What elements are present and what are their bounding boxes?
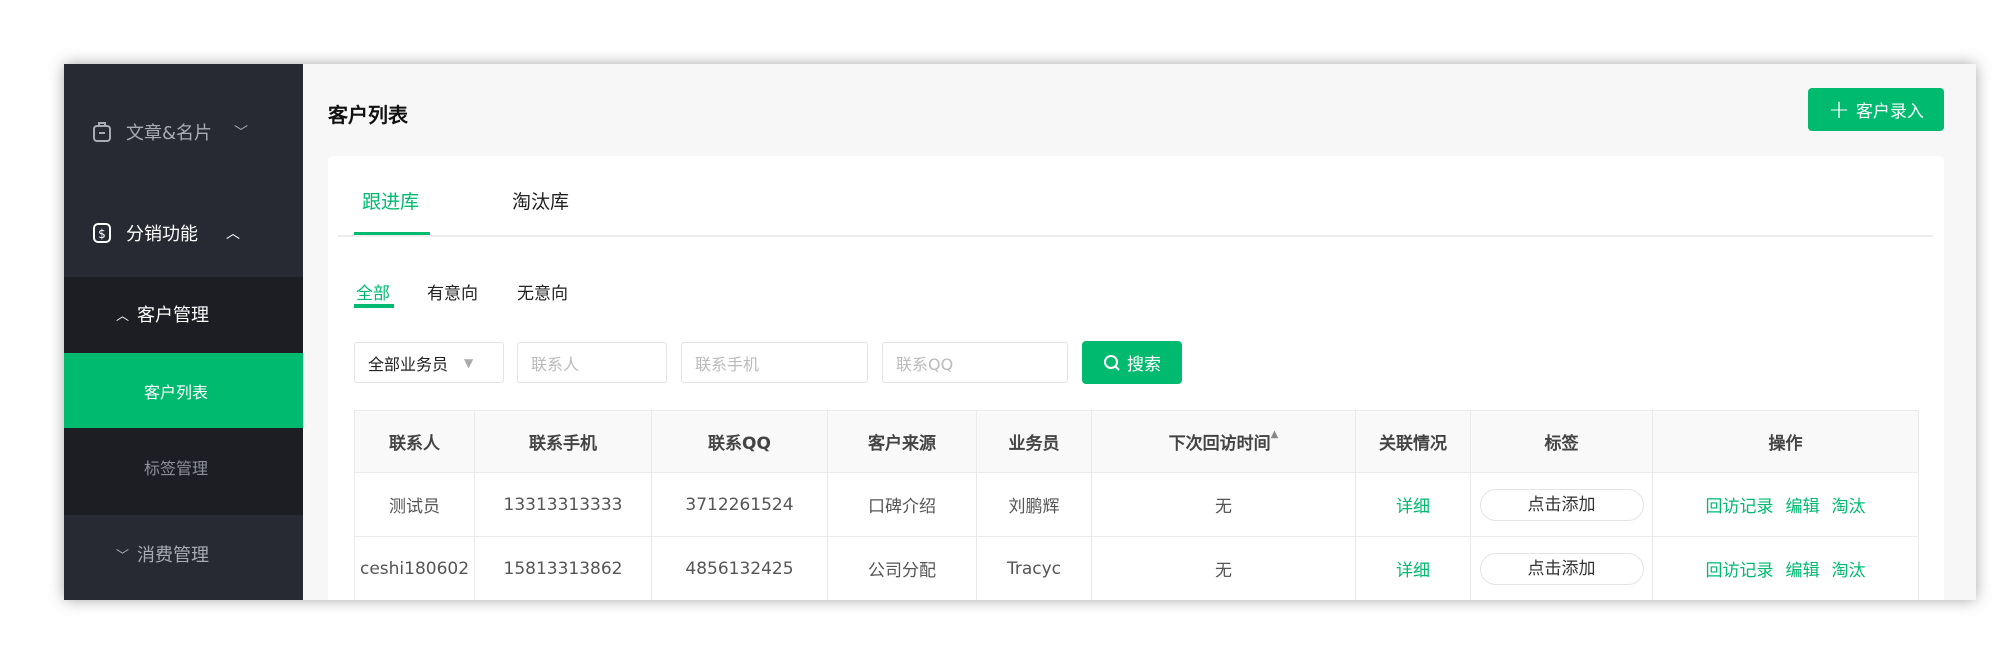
sidebar-item-customer-mgmt[interactable]: ︿ 客户管理: [64, 294, 303, 334]
chevron-up-icon: ︿: [116, 308, 130, 324]
detail-link[interactable]: 详细: [1396, 561, 1430, 581]
cell-qq: 4856132425: [651, 536, 828, 600]
sidebar-item-distribution[interactable]: $ 分销功能 ︿: [64, 213, 303, 253]
col-sales: 业务员: [976, 410, 1092, 473]
briefcase-icon: [93, 122, 111, 142]
main-content: 客户列表 + 客户录入 跟进库 淘汰库 全部 有意向 无意向 全部业务员 ▼ 联…: [303, 64, 1976, 600]
eliminate-link[interactable]: 淘汰: [1832, 561, 1866, 581]
sidebar-item-label: 分销功能: [126, 224, 198, 245]
sidebar-item-label: 客户列表: [144, 382, 209, 402]
col-tag: 标签: [1470, 410, 1653, 473]
cell-sales: Tracyc: [976, 536, 1092, 600]
page-title: 客户列表: [328, 103, 408, 127]
search-icon: [1104, 354, 1120, 371]
visit-record-link[interactable]: 回访记录: [1706, 561, 1774, 581]
search-button[interactable]: 搜索: [1082, 341, 1182, 384]
col-next-visit[interactable]: 下次回访时间▲: [1091, 410, 1356, 473]
detail-link[interactable]: 详细: [1396, 497, 1430, 517]
col-ops: 操作: [1652, 410, 1919, 473]
sidebar-item-customer-list[interactable]: 客户列表: [64, 353, 303, 428]
sort-icon[interactable]: ▲: [1271, 429, 1279, 440]
col-relation: 关联情况: [1355, 410, 1471, 473]
visit-record-link[interactable]: 回访记录: [1706, 497, 1774, 517]
sidebar-item-articles[interactable]: 文章&名片 ﹀: [64, 112, 303, 152]
eliminate-link[interactable]: 淘汰: [1832, 497, 1866, 517]
tab-eliminated[interactable]: 淘汰库: [512, 187, 569, 214]
cell-next-visit: 无: [1091, 472, 1356, 537]
col-contact: 联系人: [354, 410, 475, 473]
table-row: ceshi180602 15813313862 4856132425 公司分配 …: [354, 536, 1919, 600]
sidebar-item-label: 客户管理: [137, 305, 210, 326]
chevron-down-icon: ﹀: [116, 548, 130, 564]
col-source: 客户来源: [827, 410, 977, 473]
subtab-not-interested[interactable]: 无意向: [517, 279, 568, 304]
tab-divider: [338, 235, 1933, 237]
sidebar: 文章&名片 ﹀ $ 分销功能 ︿ ︿ 客户管理 客户列表 标签管理 ﹀ 消费管理: [64, 64, 303, 600]
table-header: 联系人 联系手机 联系QQ 客户来源 业务员 下次回访时间▲ 关联情况 标签 操…: [354, 410, 1919, 473]
subtab-interested[interactable]: 有意向: [427, 279, 478, 304]
chevron-down-icon: ﹀: [234, 125, 249, 141]
app-window: 文章&名片 ﹀ $ 分销功能 ︿ ︿ 客户管理 客户列表 标签管理 ﹀ 消费管理…: [64, 64, 1976, 600]
add-tag-button[interactable]: 点击添加: [1479, 552, 1644, 585]
col-phone: 联系手机: [474, 410, 652, 473]
cell-qq: 3712261524: [651, 472, 828, 537]
cell-phone: 15813313862: [474, 536, 652, 600]
col-next-visit-label: 下次回访时间: [1168, 434, 1271, 454]
subtab-all[interactable]: 全部: [356, 279, 390, 304]
add-customer-button[interactable]: + 客户录入: [1808, 88, 1944, 131]
table-row: 测试员 13313313333 3712261524 口碑介绍 刘鹏辉 无 详细…: [354, 472, 1919, 537]
salesperson-select[interactable]: 全部业务员 ▼: [354, 342, 504, 383]
cell-contact: ceshi180602: [354, 536, 475, 600]
cell-next-visit: 无: [1091, 536, 1356, 600]
cell-sales: 刘鹏辉: [976, 472, 1092, 537]
chevron-up-icon: ︿: [226, 226, 240, 242]
cell-source: 公司分配: [827, 536, 977, 600]
cell-source: 口碑介绍: [827, 472, 977, 537]
search-label: 搜索: [1127, 355, 1161, 375]
phone-placeholder: 联系手机: [695, 354, 760, 374]
contact-input[interactable]: 联系人: [517, 342, 667, 383]
tab-follow-up[interactable]: 跟进库: [362, 187, 419, 214]
sidebar-item-consumption[interactable]: ﹀ 消费管理: [64, 534, 303, 574]
col-qq: 联系QQ: [651, 410, 828, 473]
cell-contact: 测试员: [354, 472, 475, 537]
salesperson-select-value: 全部业务员: [368, 354, 449, 374]
svg-text:$: $: [98, 227, 106, 241]
sidebar-item-label: 标签管理: [144, 459, 209, 478]
caret-down-icon: ▼: [464, 355, 474, 370]
customer-table: 联系人 联系手机 联系QQ 客户来源 业务员 下次回访时间▲ 关联情况 标签 操…: [354, 410, 1919, 600]
dollar-icon: $: [93, 223, 111, 243]
plus-icon: +: [1828, 94, 1850, 125]
edit-link[interactable]: 编辑: [1786, 561, 1820, 581]
sidebar-item-label: 消费管理: [137, 545, 210, 566]
qq-placeholder: 联系QQ: [896, 354, 954, 374]
phone-input[interactable]: 联系手机: [681, 342, 868, 383]
qq-input[interactable]: 联系QQ: [882, 342, 1068, 383]
cell-phone: 13313313333: [474, 472, 652, 537]
sidebar-item-label: 文章&名片: [126, 123, 213, 144]
sidebar-item-tag-mgmt[interactable]: 标签管理: [64, 447, 303, 487]
add-tag-button[interactable]: 点击添加: [1479, 488, 1644, 521]
subtab-active-indicator: [354, 304, 394, 308]
contact-placeholder: 联系人: [531, 354, 580, 374]
add-customer-label: 客户录入: [1855, 102, 1924, 122]
edit-link[interactable]: 编辑: [1786, 497, 1820, 517]
